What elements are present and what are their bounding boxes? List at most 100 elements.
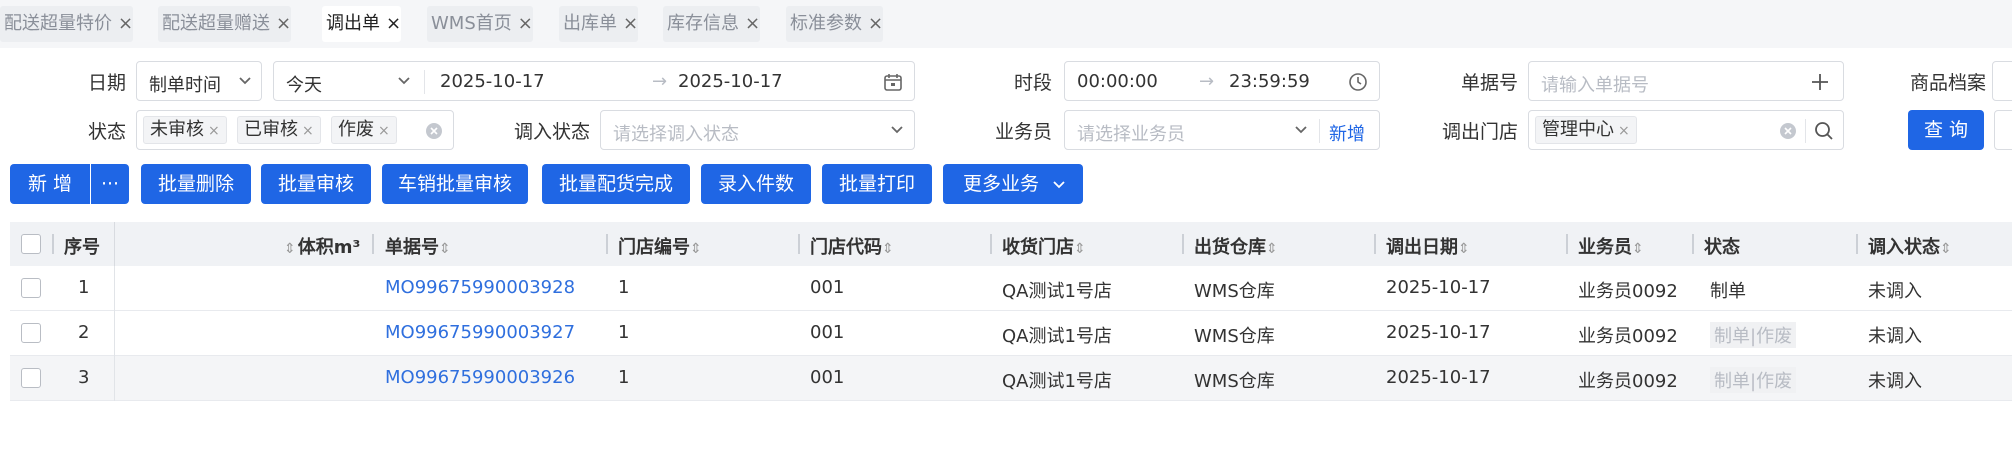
time-range-picker[interactable]: 00:00:00 → 23:59:59 <box>1064 61 1380 101</box>
add-more-button[interactable]: ··· <box>91 164 129 204</box>
table-header: 序号 ⇕ 体积m³ 单据号⇕ 门店编号⇕ 门店代码⇕ 收货门店⇕ 出货仓库⇕ 调出… <box>10 222 2012 266</box>
time-end-input[interactable]: 23:59:59 <box>1229 71 1310 92</box>
table-row[interactable]: 2 MO99675990003927 1 001 QA测试1号店 WMS仓库 2… <box>10 311 2012 356</box>
chevron-down-icon <box>891 126 903 134</box>
tab-wms-home[interactable]: WMS首页 × <box>427 6 533 42</box>
col-doc-no[interactable]: 单据号⇕ <box>385 233 453 259</box>
tab-outbound-order[interactable]: 出库单 × <box>559 6 639 42</box>
status-tag: 作废 × <box>331 116 397 144</box>
row-checkbox[interactable] <box>21 368 41 388</box>
col-in-status[interactable]: 调入状态⇕ <box>1868 233 1954 259</box>
col-store-no-label: 门店编号 <box>618 237 690 258</box>
in-status-select[interactable]: 请选择调入状态 <box>600 110 915 150</box>
add-button[interactable]: 新 增 <box>10 164 90 204</box>
col-volume[interactable]: ⇕ 体积m³ <box>284 233 360 259</box>
cancel-batch-audit-button[interactable]: 车销批量审核 <box>382 164 528 204</box>
tag-label: 已审核 <box>244 119 298 140</box>
column-separator <box>372 234 374 254</box>
out-store-select[interactable]: 管理中心 × <box>1528 110 1844 150</box>
column-separator <box>606 234 608 254</box>
sort-icon: ⇕ <box>882 241 894 257</box>
cell-recv-store: QA测试1号店 <box>1002 281 1112 302</box>
time-label: 时段 <box>1013 72 1052 94</box>
reset-button[interactable] <box>1994 110 2012 150</box>
status-multi-select[interactable]: 未审核 × 已审核 × 作废 × <box>136 110 454 150</box>
col-out-date[interactable]: 调出日期⇕ <box>1386 233 1472 259</box>
cell-doc-no-link[interactable]: MO99675990003926 <box>385 367 575 388</box>
cell-seq: 3 <box>78 367 90 388</box>
date-range-picker[interactable]: 今天 2025-10-17 → 2025-10-17 <box>273 61 915 101</box>
divider <box>1319 119 1320 143</box>
tab-label: 库存信息 <box>667 13 739 34</box>
cell-salesman: 业务员0092 <box>1578 281 1678 302</box>
cell-in-status: 未调入 <box>1868 281 1922 302</box>
tag-close-icon[interactable]: × <box>208 123 220 139</box>
col-ship-wh[interactable]: 出货仓库⇕ <box>1194 233 1280 259</box>
row-checkbox[interactable] <box>21 323 41 343</box>
col-recv-store[interactable]: 收货门店⇕ <box>1002 233 1088 259</box>
column-separator <box>1374 234 1376 254</box>
range-arrow-icon: → <box>1199 71 1215 92</box>
time-start-input[interactable]: 00:00:00 <box>1077 71 1158 92</box>
clear-icon[interactable] <box>1779 122 1797 140</box>
batch-pick-done-button[interactable]: 批量配货完成 <box>542 164 690 204</box>
cell-ship-wh: WMS仓库 <box>1194 371 1275 392</box>
col-status: 状态 <box>1704 237 1740 258</box>
date-preset-value[interactable]: 今天 <box>286 71 322 97</box>
col-salesman[interactable]: 业务员⇕ <box>1578 233 1646 259</box>
in-status-placeholder: 请选择调入状态 <box>613 124 739 145</box>
col-store-code[interactable]: 门店代码⇕ <box>810 233 896 259</box>
column-divider <box>114 222 115 266</box>
select-all-checkbox[interactable] <box>21 234 41 254</box>
more-business-dropdown[interactable]: 更多业务 <box>943 164 1083 204</box>
date-end-input[interactable]: 2025-10-17 <box>678 71 783 92</box>
batch-audit-button[interactable]: 批量审核 <box>261 164 371 204</box>
table-row[interactable]: 3 MO99675990003926 1 001 QA测试1号店 WMS仓库 2… <box>10 356 2012 401</box>
close-icon[interactable]: × <box>868 13 883 34</box>
cell-doc-no-link[interactable]: MO99675990003928 <box>385 277 575 298</box>
salesman-select[interactable]: 请选择业务员 新增 <box>1064 110 1380 150</box>
tag-close-icon[interactable]: × <box>302 123 314 139</box>
tag-close-icon[interactable]: × <box>378 123 390 139</box>
close-icon[interactable]: × <box>276 13 291 34</box>
sort-icon: ⇕ <box>1074 241 1086 257</box>
table-row[interactable]: 1 MO99675990003928 1 001 QA测试1号店 WMS仓库 2… <box>10 266 2012 311</box>
close-icon[interactable]: × <box>118 13 133 34</box>
close-icon[interactable]: × <box>745 13 760 34</box>
date-type-select[interactable]: 制单时间 <box>136 61 262 101</box>
cell-out-date: 2025-10-17 <box>1386 367 1491 388</box>
doc-no-input[interactable]: 请输入单据号 <box>1528 61 1844 101</box>
date-label: 日期 <box>87 72 126 94</box>
col-store-no[interactable]: 门店编号⇕ <box>618 233 704 259</box>
query-button[interactable]: 查 询 <box>1908 110 1984 150</box>
cell-salesman: 业务员0092 <box>1578 371 1678 392</box>
tab-standard-params[interactable]: 标准参数 × <box>786 6 884 42</box>
out-store-tag: 管理中心 × <box>1535 116 1637 144</box>
cell-store-code: 001 <box>810 322 845 343</box>
search-icon[interactable] <box>1813 120 1835 142</box>
cell-doc-no-link[interactable]: MO99675990003927 <box>385 322 575 343</box>
close-icon[interactable]: × <box>623 13 638 34</box>
cell-ship-wh: WMS仓库 <box>1194 326 1275 347</box>
tab-inventory-info[interactable]: 库存信息 × <box>663 6 761 42</box>
enter-pieces-button[interactable]: 录入件数 <box>701 164 811 204</box>
tab-transfer-out-order[interactable]: 调出单 × <box>322 6 402 42</box>
date-start-input[interactable]: 2025-10-17 <box>440 71 545 92</box>
batch-delete-button[interactable]: 批量删除 <box>141 164 251 204</box>
row-checkbox[interactable] <box>21 278 41 298</box>
tag-close-icon[interactable]: × <box>1618 123 1630 139</box>
cell-seq: 2 <box>78 322 90 343</box>
clear-icon[interactable] <box>425 122 443 140</box>
calendar-icon[interactable] <box>882 71 904 93</box>
tab-delivery-over-special[interactable]: 配送超量特价 × <box>0 6 134 42</box>
add-salesman-link[interactable]: 新增 <box>1329 120 1365 146</box>
column-separator <box>1692 234 1694 254</box>
close-icon[interactable]: × <box>386 13 401 34</box>
cell-store-code: 001 <box>810 277 845 298</box>
tab-delivery-over-gift[interactable]: 配送超量赠送 × <box>158 6 292 42</box>
plus-icon[interactable] <box>1809 71 1831 93</box>
close-icon[interactable]: × <box>518 13 533 34</box>
batch-print-button[interactable]: 批量打印 <box>822 164 932 204</box>
column-separator <box>52 234 54 254</box>
product-input[interactable] <box>1992 61 2012 101</box>
